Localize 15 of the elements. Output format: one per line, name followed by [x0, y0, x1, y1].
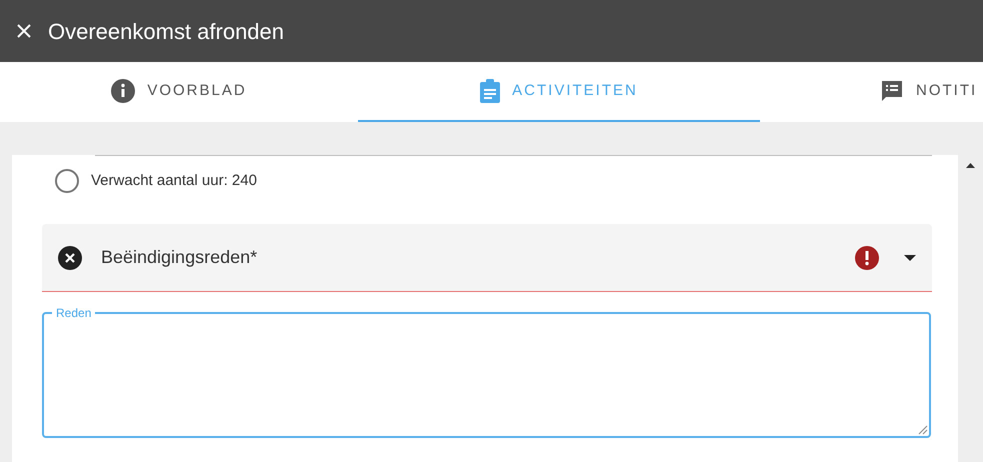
- dropdown[interactable]: Beëindigingsreden*: [42, 224, 932, 292]
- option-label: Verwacht aantal uur: 240: [91, 170, 257, 191]
- close-icon[interactable]: [16, 23, 32, 39]
- resize-handle-icon[interactable]: [918, 425, 928, 435]
- comment-icon: [880, 79, 904, 103]
- scroll-up-icon[interactable]: [966, 163, 975, 168]
- window-title: Overeenkomst afronden: [48, 18, 284, 46]
- clipboard-icon: [480, 79, 500, 103]
- clear-icon[interactable]: [58, 246, 82, 270]
- radio-button[interactable]: [55, 169, 79, 193]
- error-icon: [855, 246, 879, 270]
- caret-icon[interactable]: [904, 254, 916, 260]
- tab[interactable]: NOTITI: [760, 62, 983, 122]
- tab[interactable]: VOORBLAD: [0, 62, 358, 122]
- info-icon: [111, 79, 136, 103]
